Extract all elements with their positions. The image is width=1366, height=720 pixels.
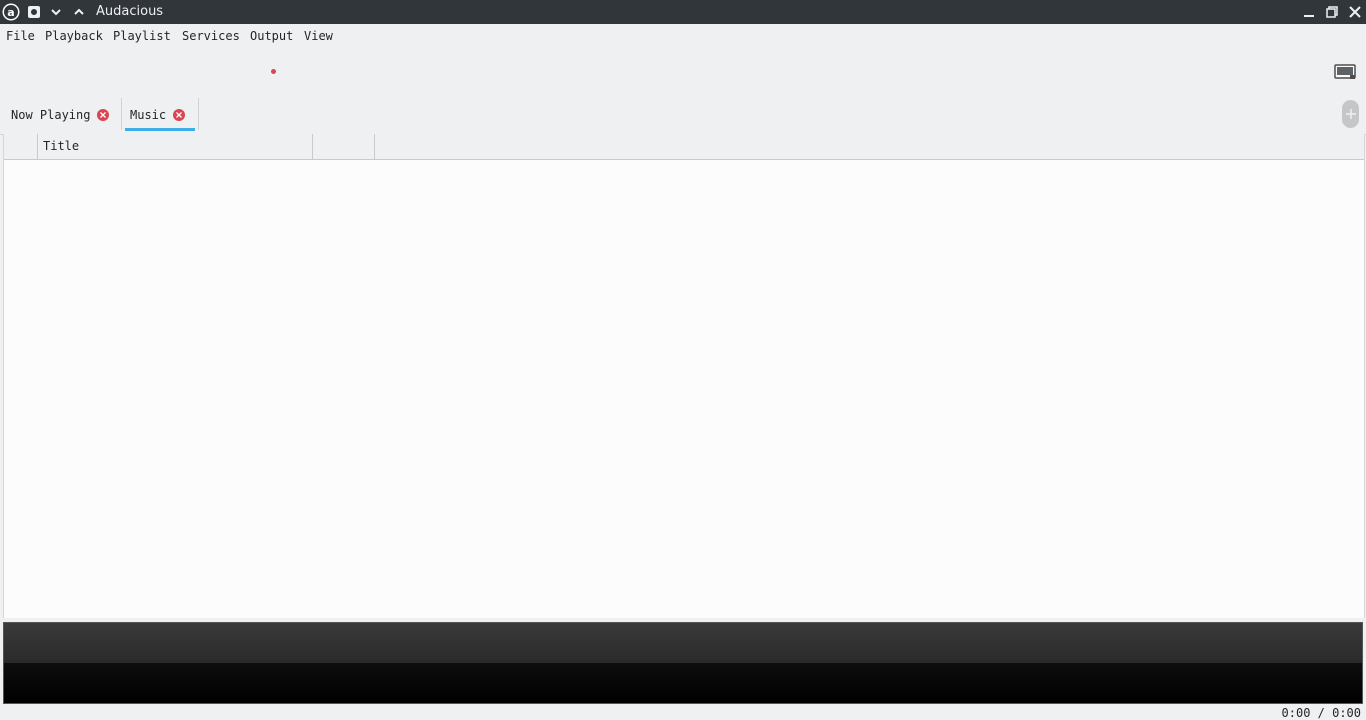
menu-services[interactable]: Services [182, 29, 240, 43]
maximize-icon[interactable] [1322, 2, 1342, 22]
menu-output[interactable]: Output [250, 29, 293, 43]
playlist-view[interactable]: Title [3, 134, 1365, 618]
tab-close-icon[interactable] [97, 109, 110, 121]
chevron-down-icon[interactable] [46, 2, 66, 22]
close-icon[interactable] [1345, 2, 1365, 22]
tab-close-icon[interactable] [173, 109, 186, 121]
tab-divider [198, 98, 199, 130]
tab-label: Now Playing [11, 108, 91, 122]
pin-icon[interactable] [24, 2, 44, 22]
menu-view[interactable]: View [304, 29, 333, 43]
display-icon[interactable] [1334, 63, 1356, 84]
tab-divider [121, 98, 122, 130]
tab-label: Music [130, 108, 167, 122]
active-tab-indicator [125, 128, 195, 131]
menu-playlist[interactable]: Playlist [113, 29, 171, 43]
column-header-row: Title [4, 134, 1364, 160]
toolbar [0, 48, 1366, 96]
menu-file[interactable]: File [6, 29, 35, 43]
menu-bar: File Playback Playlist Services Output V… [0, 24, 1366, 48]
minimize-icon[interactable] [1299, 2, 1319, 22]
column-divider[interactable] [312, 134, 313, 159]
svg-text:a: a [7, 6, 14, 19]
tab-music[interactable]: Music [130, 98, 186, 132]
column-header-title[interactable]: Title [43, 139, 79, 153]
app-logo-icon[interactable]: a [1, 2, 21, 22]
record-indicator-icon[interactable] [271, 69, 276, 74]
title-bar: a Audacious [0, 0, 1366, 24]
plus-icon [1345, 109, 1356, 119]
chevron-up-icon[interactable] [69, 2, 89, 22]
column-divider[interactable] [37, 134, 38, 159]
playlist-tab-bar: Now Playing Music [0, 96, 1366, 135]
tab-now-playing[interactable]: Now Playing [11, 98, 110, 132]
add-playlist-button[interactable] [1342, 100, 1359, 128]
playback-time: 0:00 / 0:00 [1281, 706, 1361, 720]
window-title: Audacious [96, 4, 164, 19]
visualizer-panel [3, 622, 1363, 704]
column-divider[interactable] [374, 134, 375, 159]
menu-playback[interactable]: Playback [45, 29, 103, 43]
